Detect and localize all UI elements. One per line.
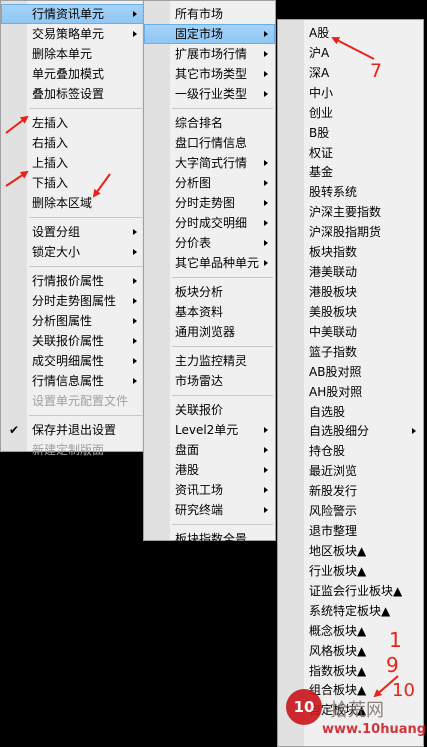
annotation-number-10: 10 xyxy=(392,680,415,701)
red-arrow-delete-area xyxy=(92,173,111,198)
red-arrow-a-shares xyxy=(331,37,375,60)
watermark-logo: 10 xyxy=(286,689,322,725)
red-arrow-down-insert xyxy=(5,170,29,187)
watermark-text: 拾荒网 xyxy=(330,700,384,721)
watermark-url: www.10huang.cn xyxy=(322,722,427,737)
red-arrow-left-insert xyxy=(5,115,29,134)
annotation-number-7: 7 xyxy=(370,60,383,82)
annotation-number-9: 9 xyxy=(386,653,399,677)
annotation-number-1: 1 xyxy=(389,628,402,652)
annotation-overlay xyxy=(5,37,399,698)
